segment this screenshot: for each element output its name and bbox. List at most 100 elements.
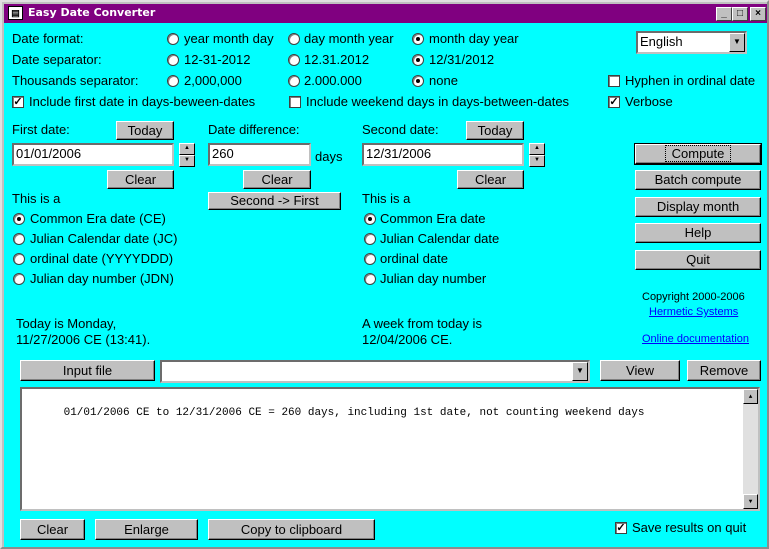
- file-select[interactable]: ▼: [160, 360, 590, 383]
- radio-thousands-none[interactable]: [412, 75, 424, 87]
- first-radio-jdn-label[interactable]: Julian day number (JDN): [30, 271, 174, 287]
- title-bar[interactable]: ▤ Easy Date Converter _ □ ×: [4, 4, 767, 23]
- date-format-label: Date format:: [12, 31, 84, 46]
- radio-ymd-label[interactable]: year month day: [184, 31, 274, 47]
- scroll-down-icon[interactable]: ▼: [743, 494, 758, 509]
- remove-button[interactable]: Remove: [687, 360, 761, 381]
- radio-mdy[interactable]: [412, 33, 424, 45]
- results-scrollbar[interactable]: ▲ ▼: [743, 389, 758, 509]
- second-this-is-label: This is a: [362, 191, 411, 206]
- first-this-is-label: This is a: [12, 191, 61, 206]
- first-radio-ce[interactable]: [13, 213, 25, 225]
- language-value: English: [640, 34, 683, 49]
- app-icon[interactable]: ▤: [8, 6, 23, 20]
- first-radio-jc[interactable]: [13, 233, 25, 245]
- second-radio-jdn-label[interactable]: Julian day number: [380, 271, 486, 287]
- second-radio-ce-label[interactable]: Common Era date: [380, 211, 486, 227]
- hyphen-label[interactable]: Hyphen in ordinal date: [625, 73, 755, 89]
- second-radio-ordinal-label[interactable]: ordinal date: [380, 251, 448, 267]
- second-clear-button[interactable]: Clear: [457, 170, 524, 189]
- results-text: 01/01/2006 CE to 12/31/2006 CE = 260 day…: [63, 407, 645, 419]
- save-results-checkbox[interactable]: ✓: [615, 522, 627, 534]
- language-select[interactable]: English ▼: [636, 31, 747, 54]
- second-date-label: Second date:: [362, 122, 439, 137]
- radio-thousands-none-label[interactable]: none: [429, 73, 458, 89]
- window-title: Easy Date Converter: [28, 6, 156, 19]
- docs-link[interactable]: Online documentation: [642, 333, 749, 345]
- chevron-down-icon[interactable]: ▼: [729, 33, 745, 52]
- chevron-down-icon[interactable]: ▼: [572, 362, 588, 381]
- spin-down-icon[interactable]: ▼: [529, 155, 545, 167]
- minimize-button[interactable]: _: [716, 7, 732, 21]
- second-to-first-button[interactable]: Second -> First: [208, 192, 341, 210]
- view-button[interactable]: View: [600, 360, 680, 381]
- first-today-button[interactable]: Today: [116, 121, 174, 140]
- radio-thousands-comma[interactable]: [167, 75, 179, 87]
- second-date-spinner[interactable]: ▲ ▼: [529, 143, 545, 167]
- spin-down-icon[interactable]: ▼: [179, 155, 195, 167]
- verbose-checkbox[interactable]: ✓: [608, 96, 620, 108]
- radio-sep-dash-label[interactable]: 12-31-2012: [184, 52, 251, 68]
- second-radio-ce[interactable]: [364, 213, 376, 225]
- thousands-label: Thousands separator:: [12, 73, 139, 88]
- first-date-spinner[interactable]: ▲ ▼: [179, 143, 195, 167]
- input-file-button[interactable]: Input file: [20, 360, 155, 381]
- maximize-button[interactable]: □: [732, 7, 748, 21]
- close-button[interactable]: ×: [750, 7, 766, 21]
- date-separator-label: Date separator:: [12, 52, 102, 67]
- today-line-2: 11/27/2006 CE (13:41).: [16, 332, 151, 347]
- display-month-button[interactable]: Display month: [635, 197, 761, 217]
- copyright-text: Copyright 2000-2006: [642, 291, 745, 303]
- first-radio-ce-label[interactable]: Common Era date (CE): [30, 211, 166, 227]
- spin-up-icon[interactable]: ▲: [529, 143, 545, 155]
- radio-thousands-dot[interactable]: [288, 75, 300, 87]
- week-line-1: A week from today is: [362, 316, 482, 331]
- radio-dmy-label[interactable]: day month year: [304, 31, 394, 47]
- scroll-up-icon[interactable]: ▲: [743, 389, 758, 404]
- include-first-checkbox[interactable]: ✓: [12, 96, 24, 108]
- diff-clear-button[interactable]: Clear: [243, 170, 311, 189]
- clear-results-button[interactable]: Clear: [20, 519, 85, 540]
- include-first-label[interactable]: Include first date in days-beween-dates: [29, 94, 255, 110]
- compute-label: Compute: [664, 145, 732, 162]
- radio-thousands-dot-label[interactable]: 2.000.000: [304, 73, 362, 89]
- second-date-input[interactable]: 12/31/2006: [362, 143, 524, 166]
- help-button[interactable]: Help: [635, 223, 761, 243]
- first-date-input[interactable]: 01/01/2006: [12, 143, 174, 166]
- compute-button[interactable]: Compute: [634, 143, 762, 165]
- radio-sep-dot-label[interactable]: 12.31.2012: [304, 52, 369, 68]
- second-radio-jc[interactable]: [364, 233, 376, 245]
- results-textarea[interactable]: 01/01/2006 CE to 12/31/2006 CE = 260 day…: [20, 387, 760, 511]
- second-radio-jdn[interactable]: [364, 273, 376, 285]
- include-weekend-label[interactable]: Include weekend days in days-between-dat…: [306, 94, 569, 110]
- radio-dmy[interactable]: [288, 33, 300, 45]
- radio-thousands-comma-label[interactable]: 2,000,000: [184, 73, 242, 89]
- radio-sep-dot[interactable]: [288, 54, 300, 66]
- radio-ymd[interactable]: [167, 33, 179, 45]
- second-radio-jc-label[interactable]: Julian Calendar date: [380, 231, 499, 247]
- batch-compute-button[interactable]: Batch compute: [635, 170, 761, 190]
- first-radio-jdn[interactable]: [13, 273, 25, 285]
- spin-up-icon[interactable]: ▲: [179, 143, 195, 155]
- verbose-label[interactable]: Verbose: [625, 94, 673, 110]
- include-weekend-checkbox[interactable]: [289, 96, 301, 108]
- diff-label: Date difference:: [208, 122, 300, 137]
- copy-clipboard-button[interactable]: Copy to clipboard: [208, 519, 375, 540]
- first-radio-jc-label[interactable]: Julian Calendar date (JC): [30, 231, 177, 247]
- first-radio-ordinal-label[interactable]: ordinal date (YYYYDDD): [30, 251, 173, 267]
- first-clear-button[interactable]: Clear: [107, 170, 174, 189]
- radio-sep-dash[interactable]: [167, 54, 179, 66]
- company-link[interactable]: Hermetic Systems: [649, 306, 738, 318]
- save-results-label[interactable]: Save results on quit: [632, 520, 746, 536]
- radio-sep-slash-label[interactable]: 12/31/2012: [429, 52, 494, 68]
- enlarge-button[interactable]: Enlarge: [95, 519, 198, 540]
- radio-sep-slash[interactable]: [412, 54, 424, 66]
- diff-input[interactable]: 260: [208, 143, 311, 166]
- week-line-2: 12/04/2006 CE.: [362, 332, 453, 347]
- second-radio-ordinal[interactable]: [364, 253, 376, 265]
- first-radio-ordinal[interactable]: [13, 253, 25, 265]
- second-today-button[interactable]: Today: [466, 121, 524, 140]
- quit-button[interactable]: Quit: [635, 250, 761, 270]
- hyphen-checkbox[interactable]: [608, 75, 620, 87]
- radio-mdy-label[interactable]: month day year: [429, 31, 519, 47]
